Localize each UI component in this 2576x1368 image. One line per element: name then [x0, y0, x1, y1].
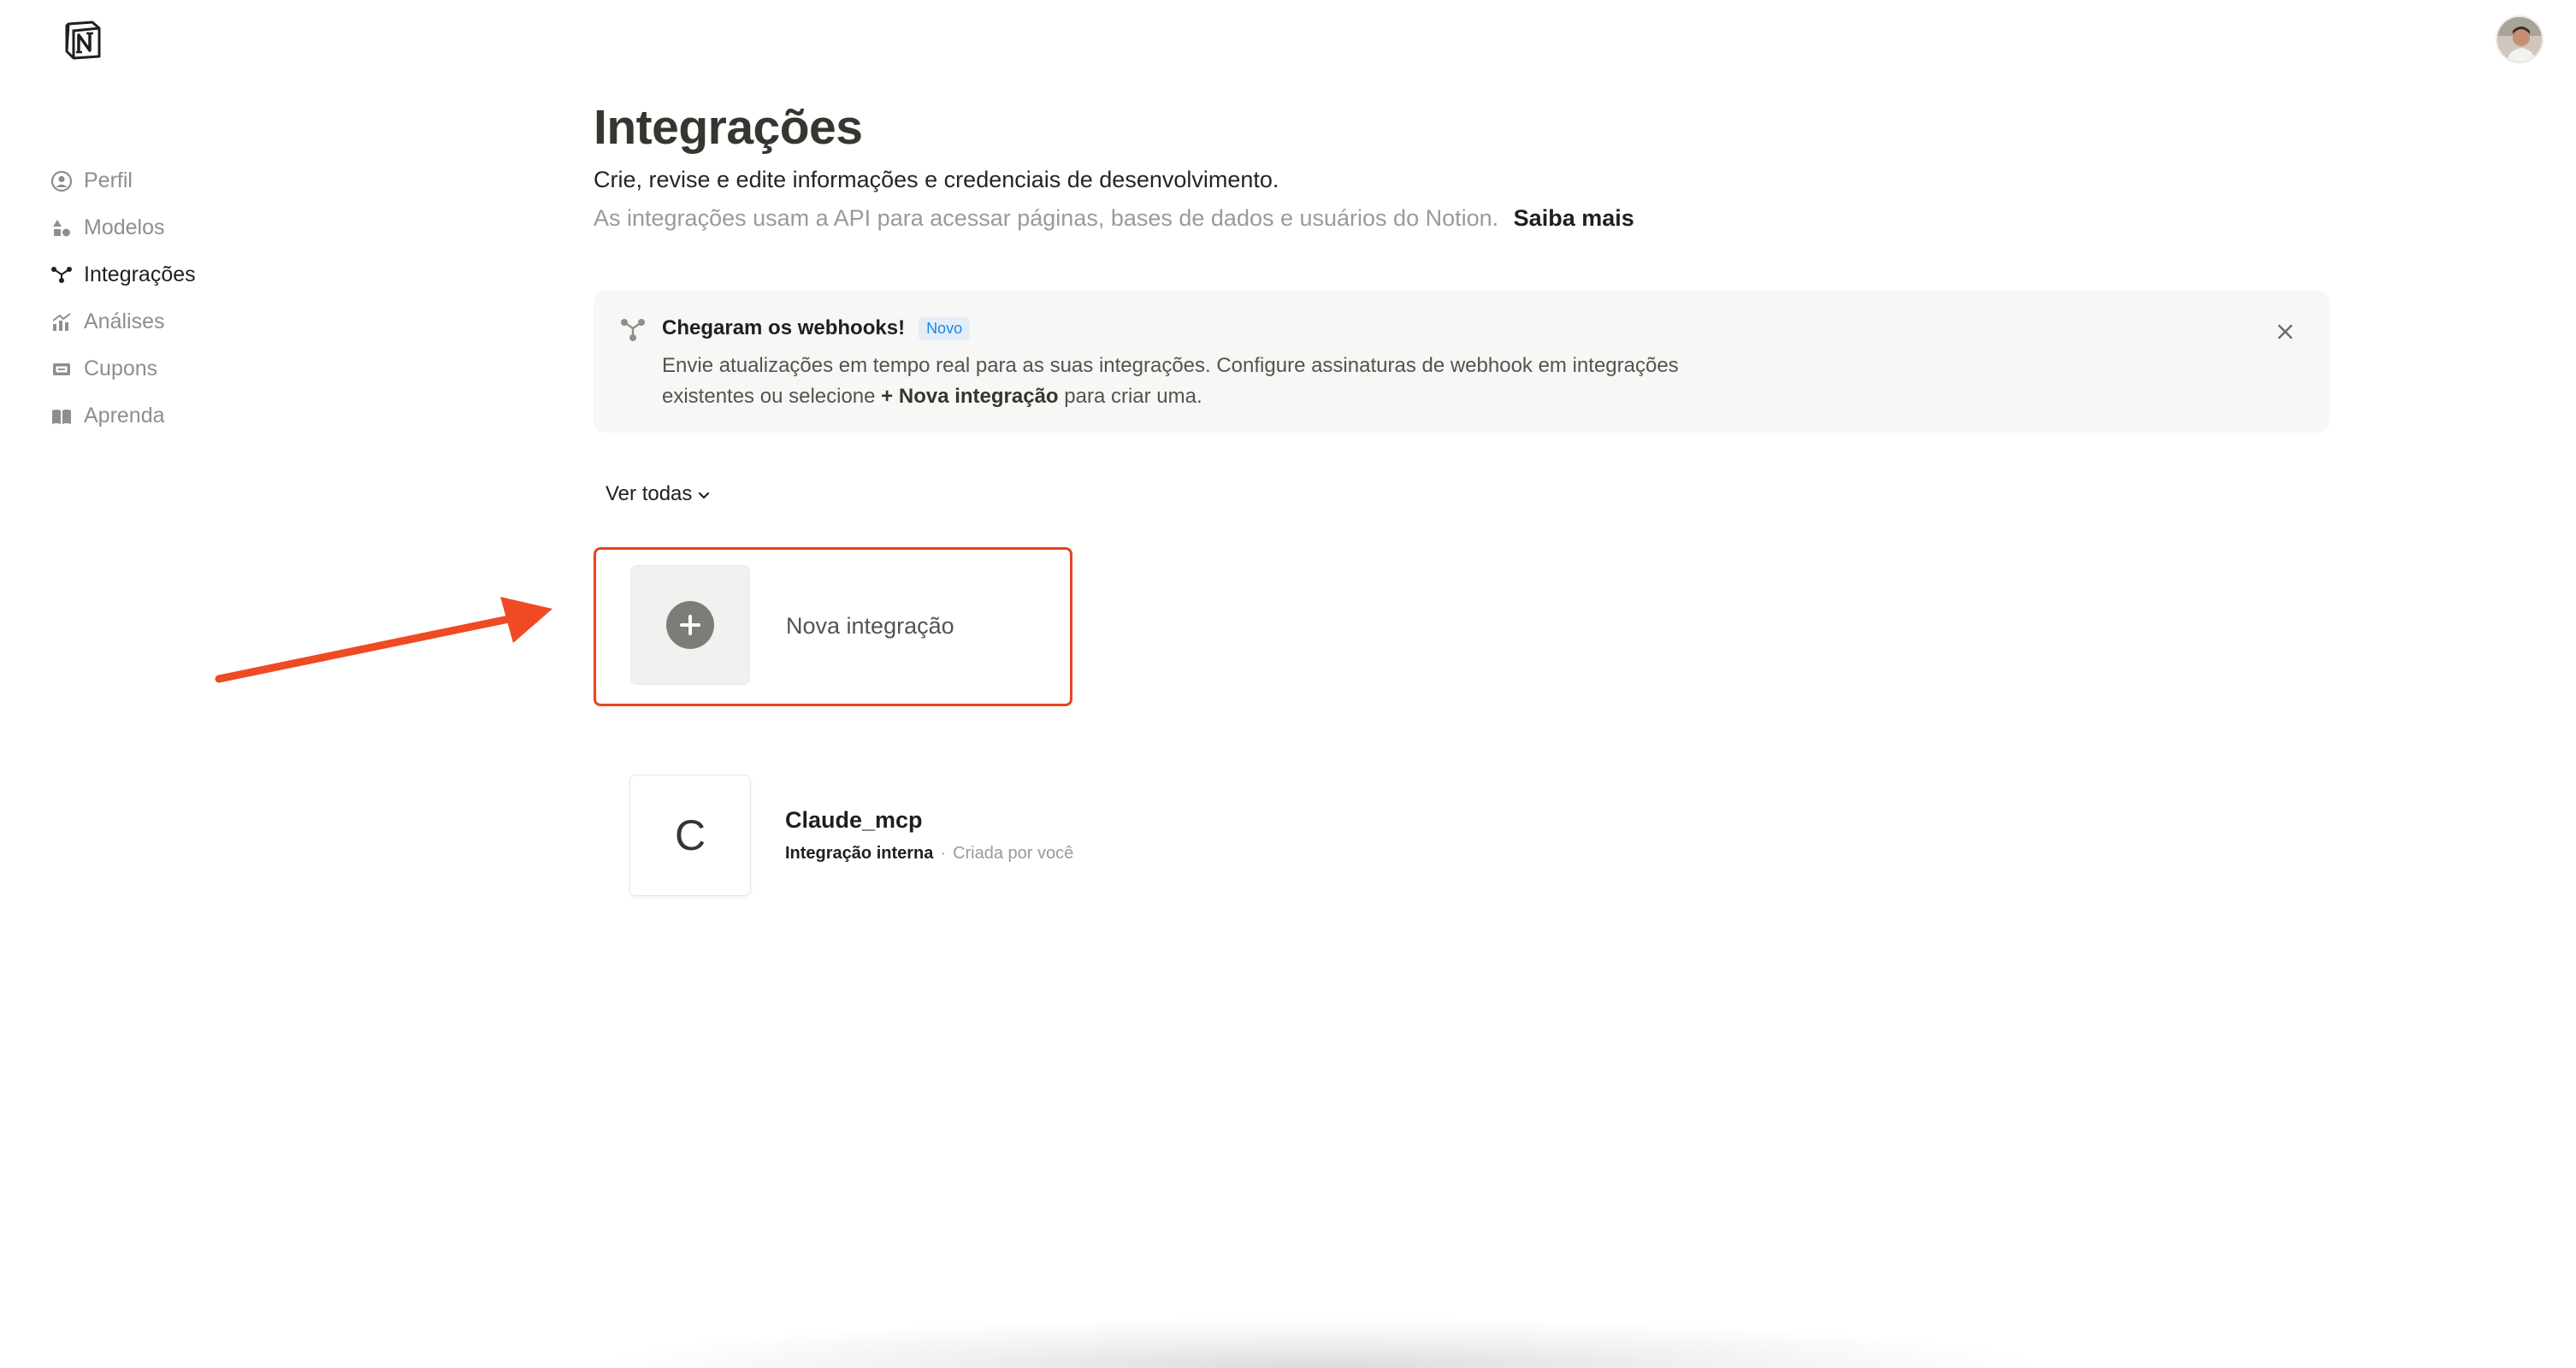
sidebar-item-label: Análises — [84, 310, 165, 333]
integration-meta: Claude_mcp Integração interna · Criada por… — [785, 807, 1073, 864]
sidebar-item-label: Aprenda — [84, 404, 165, 428]
book-icon — [50, 404, 74, 428]
shapes-icon — [50, 216, 74, 240]
integration-type: Integração interna — [785, 844, 934, 863]
page-title: Integrações — [594, 100, 863, 155]
banner-title-row: Chegaram os webhooks! Novo — [662, 316, 971, 340]
sidebar-item-label: Perfil — [84, 168, 133, 192]
new-integration-button[interactable]: Nova integração — [594, 547, 1072, 706]
close-icon[interactable] — [2270, 316, 2301, 347]
page-subtitle: Crie, revise e edite informações e crede… — [594, 167, 1279, 193]
bottom-shadow — [582, 1317, 2053, 1368]
sidebar-item-cupons[interactable]: Cupons — [50, 345, 357, 392]
sidebar-item-modelos[interactable]: Modelos — [50, 204, 357, 251]
profile-icon — [50, 169, 74, 193]
annotation-arrow — [215, 597, 552, 683]
separator-dot: · — [940, 844, 947, 863]
webhook-icon — [619, 316, 647, 344]
new-integration-tile — [630, 565, 750, 685]
plus-icon — [666, 601, 714, 649]
sidebar-item-integracoes[interactable]: Integrações — [50, 251, 357, 298]
sidebar-item-label: Integrações — [84, 262, 196, 286]
sidebar-item-label: Cupons — [84, 357, 158, 380]
view-filter-dropdown[interactable]: Ver todas — [606, 482, 712, 506]
new-integration-label: Nova integração — [786, 613, 954, 639]
filter-label: Ver todas — [606, 482, 693, 505]
notion-logo[interactable] — [60, 17, 106, 63]
integration-subtitle: Integração interna · Criada por você — [785, 844, 1073, 864]
learn-more-link[interactable]: Saiba mais — [1514, 205, 1634, 231]
analytics-icon — [50, 310, 74, 334]
integration-avatar: C — [629, 775, 751, 896]
new-badge: Novo — [919, 316, 971, 340]
settings-sidebar: Perfil Modelos Integrações Análises Cupo… — [50, 157, 357, 439]
chevron-down-icon — [695, 486, 712, 503]
page-description: As integrações usam a API para acessar p… — [594, 205, 2330, 232]
main-content: Integrações Crie, revise e edite informa… — [594, 97, 2330, 232]
integration-creator: Criada por você — [953, 844, 1074, 863]
integration-card[interactable]: C Claude_mcp Integração interna · Criada p… — [629, 775, 1073, 896]
sidebar-item-analises[interactable]: Análises — [50, 298, 357, 345]
banner-title: Chegaram os webhooks! — [662, 316, 906, 339]
integrations-icon — [50, 263, 74, 287]
description-text: As integrações usam a API para acessar p… — [594, 205, 1499, 232]
user-avatar[interactable] — [2496, 15, 2544, 63]
banner-text: Envie atualizações em tempo real para as… — [662, 351, 1722, 412]
banner-text-bold: + Nova integração — [881, 385, 1059, 408]
integration-name: Claude_mcp — [785, 807, 923, 833]
banner-text-part2: para criar uma. — [1064, 385, 1202, 408]
sidebar-item-aprenda[interactable]: Aprenda — [50, 392, 357, 439]
sidebar-item-label: Modelos — [84, 215, 165, 239]
coupon-icon — [50, 357, 74, 381]
webhooks-banner: Chegaram os webhooks! Novo Envie atualiz… — [594, 291, 2330, 433]
sidebar-item-perfil[interactable]: Perfil — [50, 157, 357, 204]
